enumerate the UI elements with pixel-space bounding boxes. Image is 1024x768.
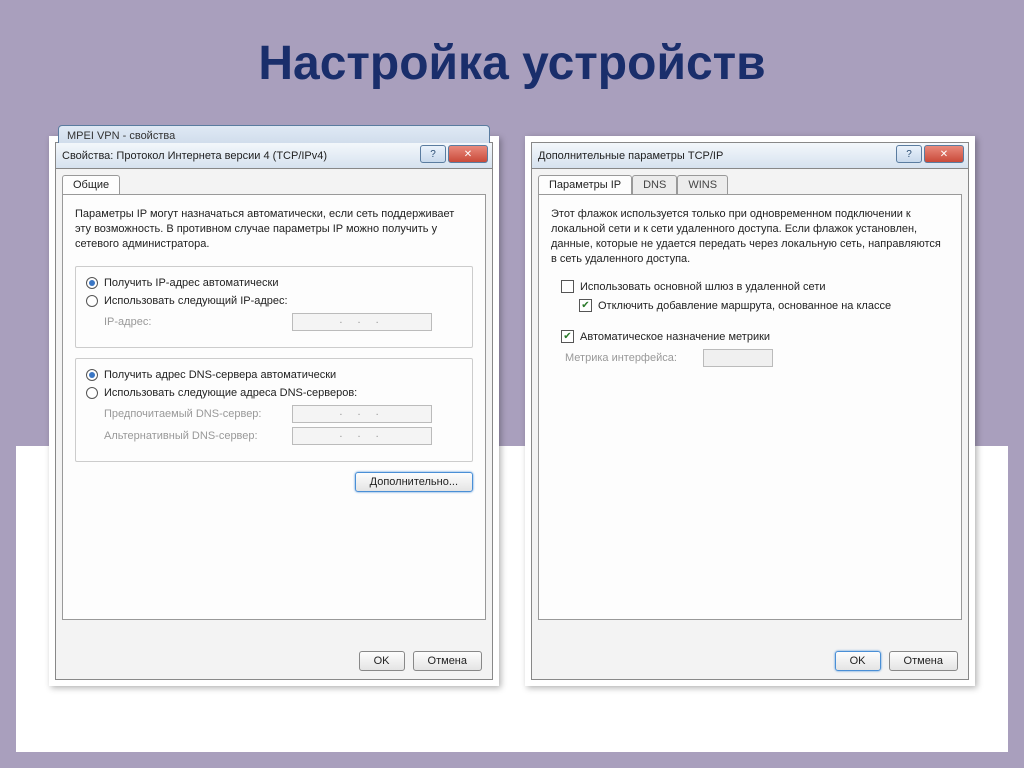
radio-dns-auto-row[interactable]: Получить адрес DNS-сервера автоматически [86, 369, 462, 381]
checkbox-gateway-label: Использовать основной шлюз в удаленной с… [580, 281, 826, 293]
checkbox-icon [561, 280, 574, 293]
dns-preferred-row: Предпочитаемый DNS-сервер: . . . [104, 405, 462, 423]
close-button[interactable]: ✕ [924, 145, 964, 163]
tab-general[interactable]: Общие [62, 175, 120, 194]
tab-ip-params[interactable]: Параметры IP [538, 175, 632, 194]
ip-address-field-row: IP-адрес: . . . [104, 313, 462, 331]
dialog-ipv4-properties-card: MPEI VPN - свойства Свойства: Протокол И… [49, 136, 499, 686]
radio-dns-manual-row[interactable]: Использовать следующие адреса DNS-сервер… [86, 387, 462, 399]
cancel-button[interactable]: Отмена [889, 651, 958, 671]
radio-ip-manual-label: Использовать следующий IP-адрес: [104, 295, 288, 307]
radio-icon [86, 369, 98, 381]
metric-input[interactable] [703, 349, 773, 367]
background-window-title: MPEI VPN - свойства [67, 130, 175, 142]
checkbox-metric-row[interactable]: ✔ Автоматическое назначение метрики [561, 330, 949, 343]
titlebar: Свойства: Протокол Интернета версии 4 (T… [56, 143, 492, 169]
radio-ip-auto-label: Получить IP-адрес автоматически [104, 277, 278, 289]
window-title: Свойства: Протокол Интернета версии 4 (T… [62, 150, 327, 162]
tab-dns[interactable]: DNS [632, 175, 677, 194]
checkbox-gateway-row[interactable]: Использовать основной шлюз в удаленной с… [561, 280, 949, 293]
checkbox-icon: ✔ [579, 299, 592, 312]
radio-icon [86, 295, 98, 307]
slide-title: Настройка устройств [16, 36, 1008, 91]
dialog-tcpip-advanced-card: Дополнительные параметры TCP/IP ? ✕ Пара… [525, 136, 975, 686]
dns-group: Получить адрес DNS-сервера автоматически… [75, 358, 473, 462]
dns-alt-row: Альтернативный DNS-сервер: . . . [104, 427, 462, 445]
dns-preferred-label: Предпочитаемый DNS-сервер: [104, 408, 284, 420]
radio-dns-manual-label: Использовать следующие адреса DNS-сервер… [104, 387, 357, 399]
description-text: Этот флажок используется только при одно… [551, 207, 949, 266]
tab-strip: Параметры IP DNS WINS [532, 169, 968, 194]
radio-icon [86, 277, 98, 289]
ip-address-group: Получить IP-адрес автоматически Использо… [75, 266, 473, 348]
radio-ip-manual-row[interactable]: Использовать следующий IP-адрес: [86, 295, 462, 307]
tab-wins[interactable]: WINS [677, 175, 728, 194]
help-button[interactable]: ? [420, 145, 446, 163]
window-title: Дополнительные параметры TCP/IP [538, 150, 723, 162]
dialog-tcpip-advanced: Дополнительные параметры TCP/IP ? ✕ Пара… [531, 142, 969, 680]
radio-icon [86, 387, 98, 399]
tab-body-general: Параметры IP могут назначаться автоматич… [62, 194, 486, 620]
dns-preferred-input[interactable]: . . . [292, 405, 432, 423]
radio-dns-auto-label: Получить адрес DNS-сервера автоматически [104, 369, 336, 381]
checkbox-icon: ✔ [561, 330, 574, 343]
help-button[interactable]: ? [896, 145, 922, 163]
titlebar: Дополнительные параметры TCP/IP ? ✕ [532, 143, 968, 169]
dns-alt-label: Альтернативный DNS-сервер: [104, 430, 284, 442]
tab-body-ip: Этот флажок используется только при одно… [538, 194, 962, 620]
radio-ip-auto-row[interactable]: Получить IP-адрес автоматически [86, 277, 462, 289]
checkbox-route-label: Отключить добавление маршрута, основанно… [598, 300, 891, 312]
dialog-ipv4-properties: MPEI VPN - свойства Свойства: Протокол И… [55, 142, 493, 680]
advanced-button[interactable]: Дополнительно... [355, 472, 473, 492]
cancel-button[interactable]: Отмена [413, 651, 482, 671]
ok-button[interactable]: OK [359, 651, 405, 671]
dns-alt-input[interactable]: . . . [292, 427, 432, 445]
ok-button[interactable]: OK [835, 651, 881, 671]
metric-field-row: Метрика интерфейса: [565, 349, 949, 367]
tab-strip: Общие [56, 169, 492, 194]
checkbox-route-row[interactable]: ✔ Отключить добавление маршрута, основан… [579, 299, 949, 312]
description-text: Параметры IP могут назначаться автоматич… [75, 207, 473, 252]
metric-label: Метрика интерфейса: [565, 352, 695, 364]
dialog-buttons: OK Отмена [359, 651, 482, 671]
dialog-buttons: OK Отмена [835, 651, 958, 671]
ip-address-label: IP-адрес: [104, 316, 284, 328]
checkbox-metric-label: Автоматическое назначение метрики [580, 331, 770, 343]
ip-address-input[interactable]: . . . [292, 313, 432, 331]
close-button[interactable]: ✕ [448, 145, 488, 163]
